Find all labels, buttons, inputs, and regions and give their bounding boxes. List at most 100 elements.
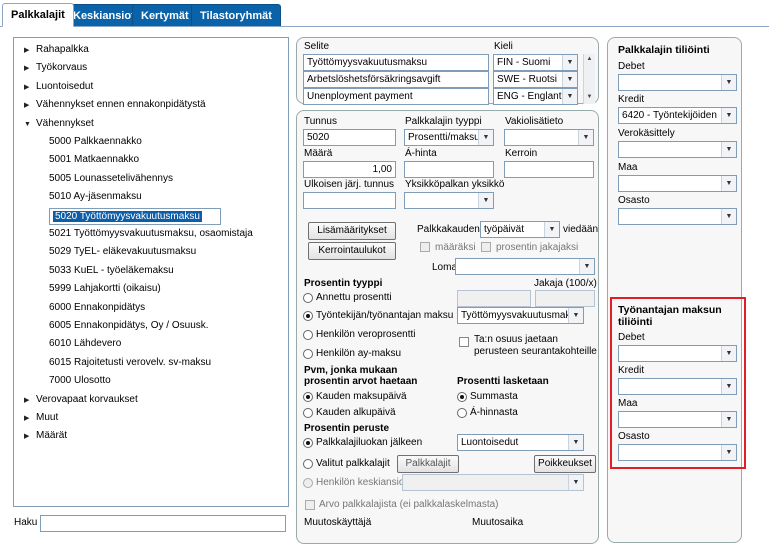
tree-group-item[interactable]: ▶ Muut <box>24 410 58 426</box>
tree-leaf-item[interactable]: 5999 Lahjakortti (oikaisu) <box>49 281 161 297</box>
tree-leaf-item[interactable]: 5000 Palkkaennakko <box>49 134 142 150</box>
summasta-radio[interactable] <box>457 392 467 402</box>
chevron-down-icon: ▼ <box>721 142 736 157</box>
tree-leaf-item[interactable]: 6010 Lähdevero <box>49 336 121 352</box>
kieli-en-select[interactable]: ENG - Englanti ▼ <box>493 88 578 105</box>
collapsed-arrow-icon[interactable]: ▶ <box>24 411 36 427</box>
tree-leaf-item[interactable]: 5001 Matkaennakko <box>49 152 139 168</box>
tree-group-item[interactable]: ▼ Vähennykset <box>24 116 94 132</box>
maaraksi-checkbox[interactable] <box>420 242 430 252</box>
osasto-select[interactable]: ▼ <box>618 208 737 225</box>
luokan-label: Palkkalajiluokan jälkeen <box>316 437 423 448</box>
prosentti-input[interactable] <box>457 290 531 307</box>
ay-radio[interactable] <box>303 349 313 359</box>
tree-leaf-item[interactable]: 5029 TyEL- eläkevakuutusmaksu <box>49 244 196 260</box>
collapsed-arrow-icon[interactable]: ▶ <box>24 43 36 59</box>
yksikko-select[interactable]: ▼ <box>404 192 494 209</box>
jakaja-input[interactable] <box>535 290 595 307</box>
tree-group-item[interactable]: ▶ Rahapalkka <box>24 42 89 58</box>
tree-leaf-item[interactable]: 5010 Ay-jäsenmaksu <box>49 189 142 205</box>
loma-select[interactable]: ▼ <box>455 258 595 275</box>
expanded-arrow-icon[interactable]: ▼ <box>24 117 36 133</box>
tree-group-item[interactable]: ▶ Määrät <box>24 428 67 444</box>
tree-group-item[interactable]: ▶ Vähennykset ennen ennakonpidätystä <box>24 97 206 113</box>
chevron-down-icon: ▼ <box>562 55 577 70</box>
poikkeukset-button[interactable]: Poikkeukset <box>534 455 596 473</box>
collapsed-arrow-icon[interactable]: ▶ <box>24 61 36 77</box>
alkupaiva-radio[interactable] <box>303 408 313 418</box>
tyontekija-radio[interactable] <box>303 311 313 321</box>
kieli-fi-select[interactable]: FIN - Suomi ▼ <box>493 54 578 71</box>
tree-leaf-item[interactable]: 6015 Rajoitetusti verovelv. sv-maksu <box>49 355 211 371</box>
lisamaaritykset-button[interactable]: Lisämääritykset <box>308 222 396 240</box>
kredit-select[interactable]: 6420 - Työntekijöiden ▼ <box>618 107 737 124</box>
alkupaiva-label: Kauden alkupäivä <box>316 407 396 418</box>
tyontekija-select[interactable]: Työttömyysvakuutusmaksu ▼ <box>457 307 584 324</box>
ahinnasta-radio[interactable] <box>457 408 467 418</box>
palkkakauden-select[interactable]: työpäivät ▼ <box>480 221 560 238</box>
annettu-radio[interactable] <box>303 293 313 303</box>
tree-leaf-item[interactable]: 6005 Ennakonpidätys, Oy / Osuusk. <box>49 318 209 334</box>
ahinta-input[interactable] <box>404 161 494 178</box>
tunnus-input[interactable]: 5020 <box>303 129 396 146</box>
kerrointaulukot-button[interactable]: Kerrointaulukot <box>308 242 396 260</box>
jakajaksi-checkbox[interactable] <box>481 242 491 252</box>
taosuus-checkbox[interactable] <box>459 337 469 347</box>
keskiansio-label: Henkilön keskiansio <box>316 477 405 488</box>
collapsed-arrow-icon[interactable]: ▶ <box>24 80 36 96</box>
verokasittely-select[interactable]: ▼ <box>618 141 737 158</box>
tab-palkkalajit[interactable]: Palkkalajit <box>2 3 74 27</box>
vakio-select[interactable]: ▼ <box>504 129 594 146</box>
chevron-down-icon: ▼ <box>568 308 583 323</box>
maara-input[interactable]: 1,00 <box>303 161 396 178</box>
collapsed-arrow-icon[interactable]: ▶ <box>24 429 36 445</box>
collapsed-arrow-icon[interactable]: ▶ <box>24 98 36 114</box>
tree-group-item[interactable]: ▶ Työkorvaus <box>24 60 87 76</box>
search-input[interactable] <box>40 515 286 532</box>
tyyppi-select[interactable]: Prosentti/maksu ▼ <box>404 129 494 146</box>
maa-select[interactable]: ▼ <box>618 175 737 192</box>
scroll-up-icon[interactable]: ▲ <box>584 54 595 65</box>
summasta-label: Summasta <box>470 391 518 402</box>
keskiansio-radio[interactable] <box>303 478 313 488</box>
tree-group-item[interactable]: ▶ Luontoisedut <box>24 79 93 95</box>
tree-leaf-item[interactable]: 5021 Työttömyysvakuutusmaksu, osaomistaj… <box>49 226 253 242</box>
chevron-down-icon: ▼ <box>721 75 736 90</box>
tree-leaf-item[interactable]: 7000 Ulosotto <box>49 373 111 389</box>
veroprosentti-radio[interactable] <box>303 330 313 340</box>
maksupaiva-radio[interactable] <box>303 392 313 402</box>
tree-item-label: Luontoisedut <box>36 80 94 92</box>
tree-leaf-item[interactable]: 5020 Työttömyysvakuutusmaksu <box>49 207 221 225</box>
tab-tilastoryhmat[interactable]: Tilastoryhmät <box>191 4 281 27</box>
keskiansio-select[interactable]: ▼ <box>402 474 584 491</box>
names-scrollbar[interactable]: ▲ ▼ <box>583 54 595 104</box>
arvo-checkbox[interactable] <box>305 500 315 510</box>
selite-fi-input[interactable]: Työttömyysvakuutusmaksu <box>303 54 489 71</box>
search-label: Haku <box>14 517 38 528</box>
ay-label: Henkilön ay-maksu <box>316 348 402 359</box>
luokan-select[interactable]: Luontoisedut ▼ <box>457 434 584 451</box>
luokan-radio[interactable] <box>303 438 313 448</box>
selite-sv-input[interactable]: Arbetslöshetsförsäkringsavgift <box>303 71 489 88</box>
selite-en-input[interactable]: Unenployment payment <box>303 88 489 105</box>
debet-select[interactable]: ▼ <box>618 74 737 91</box>
ahinta-label: Á-hinta <box>405 148 437 159</box>
selite-label: Selite <box>304 41 330 52</box>
tab-kertymat[interactable]: Kertymät <box>132 4 198 27</box>
tree-leaf-item[interactable]: 5033 KuEL - työeläkemaksu <box>49 263 174 279</box>
tree-group-item[interactable]: ▶ Verovapaat korvaukset <box>24 392 138 408</box>
scroll-down-icon[interactable]: ▼ <box>584 92 595 103</box>
ulkoinen-input[interactable] <box>303 192 396 209</box>
valitut-radio[interactable] <box>303 459 313 469</box>
taosuus-label-1: Ta:n osuus jaetaan <box>474 334 558 345</box>
chevron-down-icon: ▼ <box>721 108 736 123</box>
valitut-label: Valitut palkkalajit <box>316 458 390 469</box>
chevron-down-icon: ▼ <box>721 176 736 191</box>
tree-leaf-item[interactable]: 5005 Lounassetelivähennys <box>49 171 173 187</box>
palkkalajit-button[interactable]: Palkkalajit <box>397 455 459 473</box>
collapsed-arrow-icon[interactable]: ▶ <box>24 393 36 409</box>
kerroin-input[interactable] <box>504 161 594 178</box>
kieli-sv-select[interactable]: SWE - Ruotsi ▼ <box>493 71 578 88</box>
tree-item-label: Vähennykset <box>36 117 94 129</box>
tree-leaf-item[interactable]: 6000 Ennakonpidätys <box>49 300 145 316</box>
